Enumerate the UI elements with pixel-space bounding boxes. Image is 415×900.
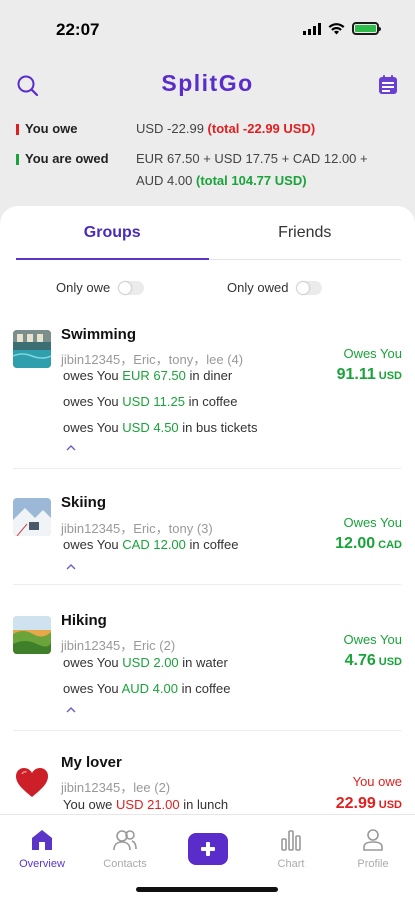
group-status: Owes You [343,346,402,361]
app-header: SplitGo [0,60,415,110]
home-icon [32,830,52,850]
nav-profile-label: Profile [357,858,389,870]
tab-friends[interactable]: Friends [209,206,402,259]
group-name: Skiing [61,494,107,511]
group-members: jibin12345，Eric，tony，lee (4) [61,352,244,367]
group-amount: 4.76 USD [344,652,402,669]
group-status: Owes You [343,632,402,647]
status-bar: 22:07 [0,0,415,58]
group-item-swimming[interactable]: Swimming jibin12345，Eric，tony，lee (4) ow… [0,318,415,460]
nav-overview[interactable]: Overview [7,815,77,875]
nav-chart-label: Chart [277,858,305,870]
battery-icon [352,22,381,35]
filter-toggles: Only owe Only owed [0,280,415,304]
group-status: Owes You [343,515,402,530]
divider [13,730,401,731]
group-members: jibin12345，Eric，tony (3) [61,521,213,536]
expense-line: owes You USD 2.00 in water [63,655,228,670]
nav-contacts-label: Contacts [103,858,147,870]
you-owe-value: USD -22.99 [136,121,204,136]
profile-icon [363,829,383,851]
nav-profile[interactable]: Profile [338,815,408,875]
expense-line: owes You USD 4.50 in bus tickets [63,420,258,435]
only-owed-filter: Only owed [227,280,323,295]
status-time: 22:07 [56,20,100,39]
expense-line: owes You USD 11.25 in coffee [63,394,238,409]
nav-contacts[interactable]: Contacts [90,815,160,875]
group-members: jibin12345，Eric (2) [61,638,176,653]
group-amount: 91.11 USD [336,366,402,383]
nav-overview-label: Overview [19,858,65,870]
only-owed-switch[interactable] [296,280,323,295]
you-owe-total: (total -22.99 USD) [207,121,316,136]
status-icons [303,22,381,35]
green-marker-icon [16,153,19,165]
divider [13,584,401,585]
you-are-owed-value-line1: EUR 67.50 + USD 17.75 + CAD 12.00 + [136,151,368,166]
contacts-icon [113,830,137,851]
tab-groups[interactable]: Groups [16,206,209,260]
tab-bar: Groups Friends [16,206,401,260]
expense-line: owes You AUD 4.00 in coffee [63,681,231,696]
expense-line: You owe USD 21.00 in lunch [63,797,229,812]
only-owe-label: Only owe [56,280,111,295]
group-name: My lover [61,754,122,771]
app-title: SplitGo [161,70,254,96]
chevron-up-icon[interactable] [66,444,76,452]
expense-line: owes You EUR 67.50 in diner [63,368,233,383]
group-amount: 12.00 CAD [335,535,402,552]
group-name: Swimming [61,326,137,343]
group-status: You owe [352,774,402,789]
group-thumbnail [13,498,51,536]
group-name: Hiking [61,612,107,629]
you-owe-row: You owe USD -22.99 (total -22.99 USD) [16,118,401,140]
group-amount: 22.99 USD [335,795,402,812]
only-owed-label: Only owed [227,280,289,295]
you-are-owed-label: You are owed [25,151,109,166]
you-are-owed-value-line2: AUD 4.00 [136,173,193,188]
group-members: jibin12345，lee (2) [61,780,171,795]
you-are-owed-row: You are owed EUR 67.50 + USD 17.75 + CAD… [16,148,401,192]
you-are-owed-total: (total 104.77 USD) [196,173,307,188]
wifi-icon [328,22,345,34]
you-owe-label: You owe [25,121,78,136]
group-item-skiing[interactable]: Skiing jibin12345，Eric，tony (3) owes You… [0,488,415,578]
divider [13,468,401,469]
only-owe-filter: Only owe [56,280,145,295]
main-card: Groups Friends Only owe Only owed Swimmi… [0,206,415,900]
group-item-my-lover[interactable]: My lover jibin12345，lee (2) You owe USD … [0,746,415,814]
home-indicator [136,887,278,892]
group-item-hiking[interactable]: Hiking jibin12345，Eric (2) owes You USD … [0,604,415,724]
only-owe-switch[interactable] [118,280,145,295]
nav-chart[interactable]: Chart [256,815,326,875]
balance-summary: You owe USD -22.99 (total -22.99 USD) Yo… [16,118,401,200]
group-thumbnail [13,330,51,368]
expense-line: owes You CAD 12.00 in coffee [63,537,239,552]
chart-icon [281,830,301,851]
chevron-up-icon[interactable] [66,706,76,714]
group-thumbnail [13,616,51,654]
calendar-icon[interactable] [377,74,399,96]
heart-icon [16,768,48,797]
add-expense-button[interactable] [188,833,228,865]
chevron-up-icon[interactable] [66,563,76,571]
red-marker-icon [16,123,19,135]
signal-icon [303,22,321,35]
